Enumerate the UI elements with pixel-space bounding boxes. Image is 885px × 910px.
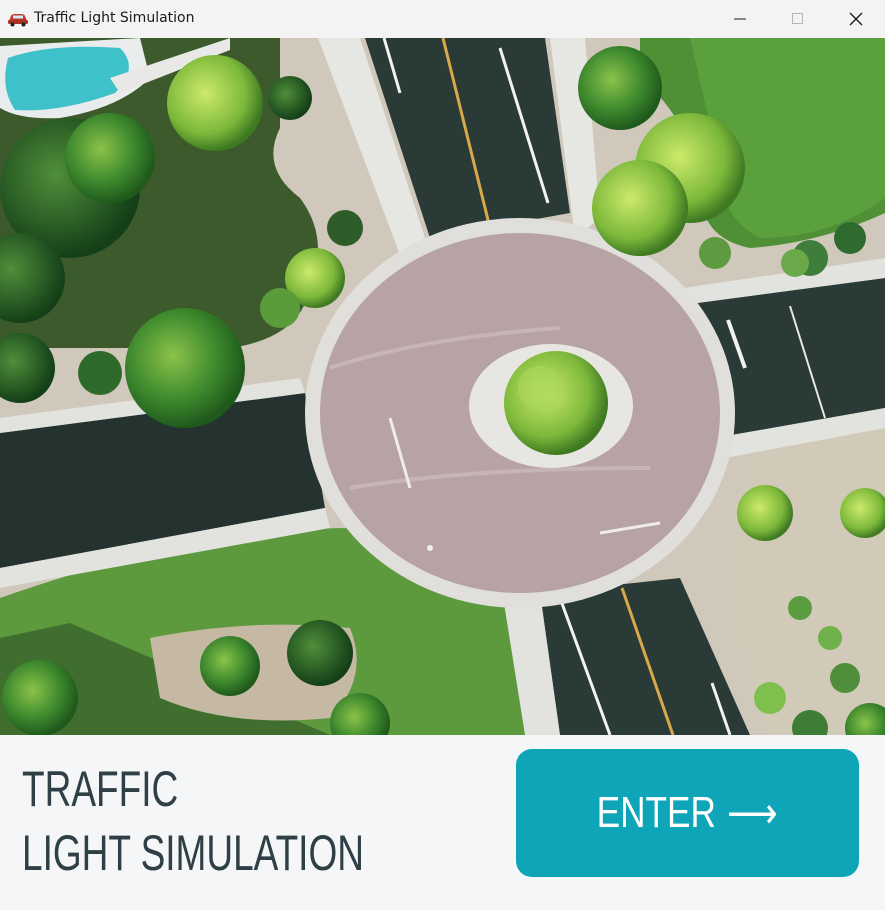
app-headline: TRAFFIC LIGHT SIMULATION xyxy=(22,757,364,885)
maximize-button[interactable] xyxy=(769,0,827,38)
maximize-icon xyxy=(792,13,803,24)
enter-button[interactable]: ENTER ⟶ xyxy=(516,749,859,877)
minimize-icon xyxy=(734,18,746,20)
close-button[interactable] xyxy=(827,0,885,38)
window-title: Traffic Light Simulation xyxy=(34,10,195,26)
close-icon xyxy=(849,12,863,26)
car-icon xyxy=(8,14,28,27)
aerial-illustration xyxy=(0,38,885,735)
arrow-right-icon: ⟶ xyxy=(727,788,778,838)
headline-line-1: TRAFFIC xyxy=(22,761,179,817)
bottom-panel: TRAFFIC LIGHT SIMULATION ENTER ⟶ xyxy=(0,735,885,910)
title-bar: Traffic Light Simulation xyxy=(0,0,885,39)
enter-label: ENTER xyxy=(597,788,717,837)
enter-button-content: ENTER ⟶ xyxy=(597,788,778,839)
minimize-button[interactable] xyxy=(711,0,769,38)
roundabout-aerial-image xyxy=(0,38,885,735)
headline-line-2: LIGHT SIMULATION xyxy=(22,825,364,881)
